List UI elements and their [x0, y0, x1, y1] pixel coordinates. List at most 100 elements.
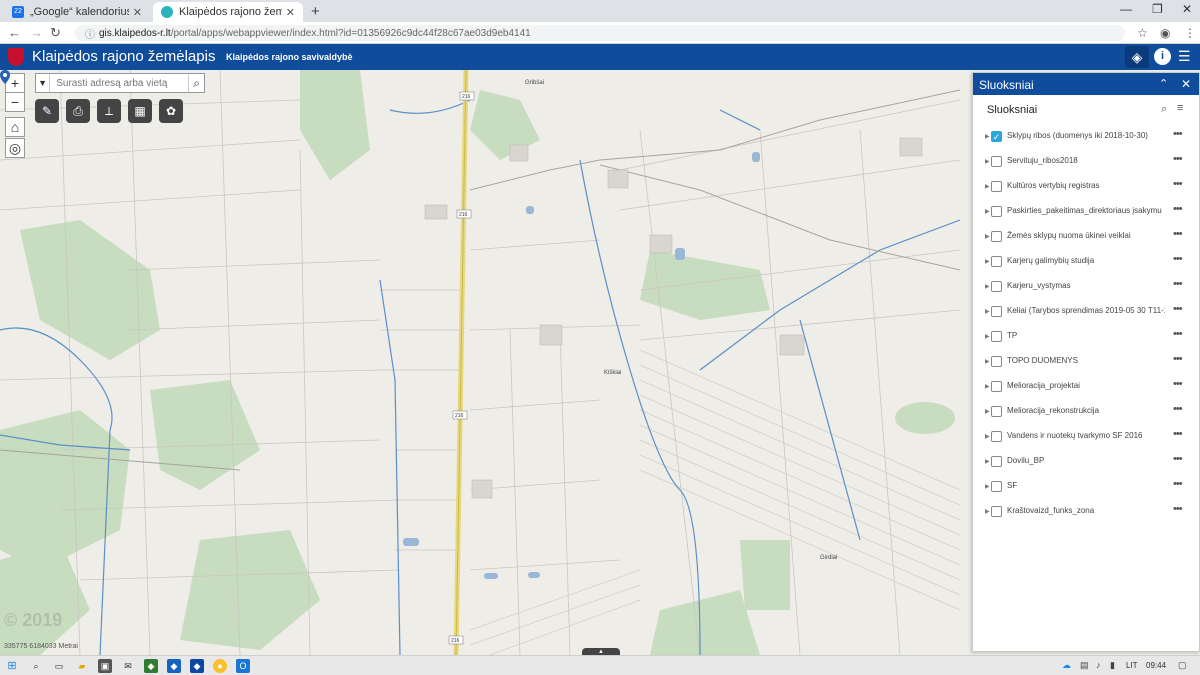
layer-checkbox[interactable]	[991, 181, 1002, 192]
attribute-table-toggle[interactable]: ▲	[582, 648, 620, 655]
expand-icon[interactable]: ▶	[985, 183, 990, 190]
expand-icon[interactable]: ▶	[985, 208, 990, 215]
layer-checkbox[interactable]	[991, 431, 1002, 442]
expand-icon[interactable]: ▶	[985, 408, 990, 415]
expand-icon[interactable]: ▶	[985, 308, 990, 315]
language-indicator[interactable]: LIT	[1126, 661, 1138, 670]
network-icon[interactable]: ▤	[1080, 660, 1089, 671]
expand-icon[interactable]: ▶	[985, 483, 990, 490]
search-icon[interactable]: ⌕	[29, 659, 43, 673]
layer-checkbox[interactable]	[991, 381, 1002, 392]
layer-options-icon[interactable]: •••	[1173, 128, 1183, 140]
layer-options-icon[interactable]: •••	[1173, 478, 1183, 490]
layer-checkbox[interactable]	[991, 331, 1002, 342]
expand-icon[interactable]: ▶	[985, 158, 990, 165]
clock[interactable]: 09:44	[1146, 661, 1166, 670]
layer-options-icon[interactable]: •••	[1173, 303, 1183, 315]
close-panel-icon[interactable]: ✕	[1181, 77, 1191, 91]
layer-row[interactable]: ▶ Keliai (Tarybos sprendimas 2019-05 30 T…	[973, 302, 1199, 326]
new-tab-button[interactable]: +	[311, 3, 320, 20]
layer-options-icon[interactable]: •••	[1173, 328, 1183, 340]
layer-checkbox[interactable]	[991, 456, 1002, 467]
layer-row[interactable]: ▶ Vandens ir nuotekų tvarkymo SF 2016 •••	[973, 427, 1199, 451]
expand-icon[interactable]: ▶	[985, 383, 990, 390]
layer-options-icon[interactable]: •••	[1173, 378, 1183, 390]
layer-checkbox[interactable]	[991, 306, 1002, 317]
layer-row[interactable]: ▶ Dovilu_BP •••	[973, 452, 1199, 476]
layer-options-icon[interactable]: •••	[1173, 403, 1183, 415]
layer-row[interactable]: ▶ Kraštovaizd_funks_zona •••	[973, 502, 1199, 526]
layer-row[interactable]: ▶ ✓ Sklypų ribos (duomenys iki 2018-10-30)…	[973, 127, 1199, 151]
close-tab-icon[interactable]: ✕	[133, 6, 142, 19]
forward-icon[interactable]: →	[30, 25, 43, 40]
my-location-button[interactable]: ◎	[5, 138, 25, 158]
layer-row[interactable]: ▶ Melioracija_projektai •••	[973, 377, 1199, 401]
info-icon[interactable]: ⓘ	[85, 26, 95, 41]
layer-row[interactable]: ▶ Melioracija_rekonstrukcija •••	[973, 402, 1199, 426]
mail-icon[interactable]: ✉	[121, 659, 135, 673]
expand-icon[interactable]: ▶	[985, 433, 990, 440]
notification-icon[interactable]: ▢	[1178, 660, 1187, 671]
layer-checkbox[interactable]	[991, 356, 1002, 367]
app-icon[interactable]: ◆	[144, 659, 158, 673]
layer-row[interactable]: ▶ Žemės sklypų nuoma ūkinei veiklai •••	[973, 227, 1199, 251]
expand-icon[interactable]: ▶	[985, 358, 990, 365]
search-button[interactable]: ⌕	[188, 74, 204, 92]
about-icon[interactable]: i	[1154, 48, 1171, 65]
store-icon[interactable]: ▣	[98, 659, 112, 673]
window-close-button[interactable]: ✕	[1182, 2, 1192, 16]
layer-row[interactable]: ▶ Karjerų galimybių studija •••	[973, 252, 1199, 276]
layer-checkbox[interactable]	[991, 481, 1002, 492]
search-icon[interactable]: ⌕	[1161, 103, 1167, 116]
expand-icon[interactable]: ▶	[985, 333, 990, 340]
filter-icon[interactable]: ≡	[1177, 102, 1183, 114]
app-icon[interactable]: ◆	[167, 659, 181, 673]
layer-options-icon[interactable]: •••	[1173, 153, 1183, 165]
layer-options-icon[interactable]: •••	[1173, 278, 1183, 290]
collapse-icon[interactable]: ⌃	[1159, 77, 1168, 90]
onedrive-icon[interactable]: ☁	[1062, 660, 1071, 671]
layer-checkbox[interactable]	[991, 406, 1002, 417]
layer-checkbox[interactable]	[991, 256, 1002, 267]
volume-icon[interactable]: ♪	[1096, 660, 1101, 670]
layer-options-icon[interactable]: •••	[1173, 353, 1183, 365]
layer-options-icon[interactable]: •••	[1173, 178, 1183, 190]
layer-checkbox[interactable]	[991, 156, 1002, 167]
layer-row[interactable]: ▶ Kultūros vertybių registras •••	[973, 177, 1199, 201]
expand-icon[interactable]: ▶	[985, 458, 990, 465]
zoom-out-button[interactable]: −	[5, 92, 25, 112]
layer-options-icon[interactable]: •••	[1173, 453, 1183, 465]
layer-row[interactable]: ▶ Karjeru_vystymas •••	[973, 277, 1199, 301]
layer-checkbox[interactable]: ✓	[991, 131, 1002, 142]
reload-icon[interactable]: ↻	[50, 25, 61, 41]
task-view-icon[interactable]: ▭	[52, 659, 66, 673]
windows-start-icon[interactable]: ⊞	[5, 659, 19, 673]
url-field[interactable]: ⓘ gis.klaipedos-r.lt/portal/apps/webappv…	[75, 25, 1125, 41]
layer-row[interactable]: ▶ TOPO DUOMENYS •••	[973, 352, 1199, 376]
search-input[interactable]	[50, 74, 189, 92]
bookmark-star-icon[interactable]: ☆	[1137, 26, 1148, 40]
theme-button[interactable]: ✿	[159, 99, 183, 123]
layer-options-icon[interactable]: •••	[1173, 253, 1183, 265]
location-pin-icon[interactable]	[0, 70, 10, 84]
layers-icon[interactable]: ◈	[1125, 46, 1149, 68]
tab-map[interactable]: Klaipėdos rajono žemėlapis ✕	[153, 2, 303, 22]
expand-icon[interactable]: ▶	[985, 258, 990, 265]
search-source-dropdown[interactable]: ▼	[36, 74, 51, 92]
app-icon[interactable]: ◆	[190, 659, 204, 673]
profile-avatar[interactable]: ◉	[1160, 26, 1170, 40]
layer-options-icon[interactable]: •••	[1173, 203, 1183, 215]
expand-icon[interactable]: ▶	[985, 283, 990, 290]
layer-checkbox[interactable]	[991, 506, 1002, 517]
draw-button[interactable]: ✎	[35, 99, 59, 123]
print-button[interactable]: ⎙	[66, 99, 90, 123]
measure-button[interactable]: ⟂	[97, 99, 121, 123]
tab-google-calendar[interactable]: 22 „Google“ kalendorius - 2019 spa ✕	[4, 2, 150, 22]
layer-row[interactable]: ▶ SF •••	[973, 477, 1199, 501]
legend-list-icon[interactable]: ☰	[1178, 48, 1191, 65]
expand-icon[interactable]: ▶	[985, 133, 990, 140]
basemap-gallery-button[interactable]: ▦	[128, 99, 152, 123]
layer-row[interactable]: ▶ Servituju_ribos2018 •••	[973, 152, 1199, 176]
minimize-button[interactable]: —	[1120, 2, 1132, 16]
back-icon[interactable]: ←	[8, 25, 21, 40]
